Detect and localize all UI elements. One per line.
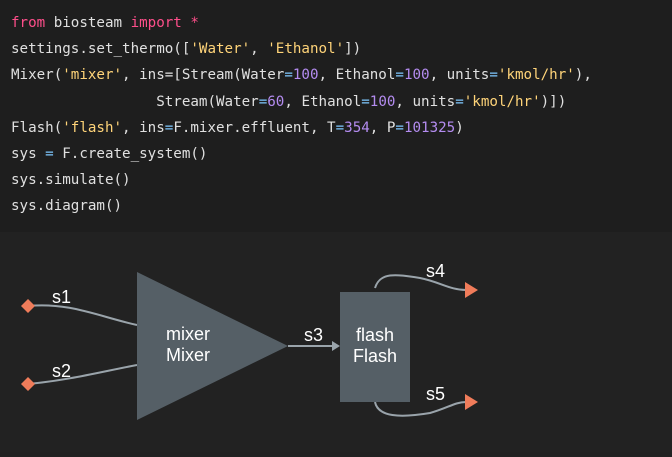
product-s5-marker-icon: [465, 394, 478, 410]
number-pressure: 101325: [403, 119, 456, 136]
code-cell[interactable]: from biosteam import * settings.set_ther…: [0, 0, 672, 232]
product-s4-marker-icon: [465, 282, 478, 298]
flash-type-label: Flash: [353, 346, 397, 366]
string-mixer-id: 'mixer': [62, 67, 123, 84]
flash-id-label: flash: [356, 325, 394, 345]
code-text: ,: [250, 41, 268, 58]
code-line-2: settings.set_thermo(['Water', 'Ethanol']…: [11, 36, 672, 62]
code-text: sys.simulate(): [11, 172, 131, 189]
operator-eq: =: [284, 67, 293, 84]
stream-s1-label: s1: [52, 287, 71, 307]
stream-s5-line: [374, 401, 467, 417]
string-water: 'Water': [190, 41, 251, 58]
number-ethanol: 100: [403, 67, 430, 84]
code-text: Flash(: [11, 119, 63, 136]
number-water: 60: [267, 93, 285, 110]
code-line-1: from biosteam import *: [11, 10, 672, 36]
code-line-5: Flash('flash', ins=F.mixer.effluent, T=3…: [11, 115, 672, 141]
code-text: sys.diagram(): [11, 198, 123, 215]
number-ethanol: 100: [369, 93, 396, 110]
operator-eq: =: [335, 119, 345, 136]
code-text: , ins: [122, 119, 165, 136]
code-text: , Ethanol: [318, 67, 396, 84]
string-units: 'kmol/hr': [463, 93, 541, 110]
code-line-7: sys.simulate(): [11, 167, 672, 193]
mixer-id-label: mixer: [166, 324, 210, 344]
stream-s3-arrow-icon: [332, 341, 340, 351]
string-ethanol: 'Ethanol': [267, 41, 345, 58]
code-text: sys: [11, 145, 46, 162]
code-line-4: Stream(Water=60, Ethanol=100, units='kmo…: [11, 89, 672, 115]
code-text: , P: [369, 119, 396, 136]
stream-s4-line: [374, 274, 467, 291]
code-text: ): [455, 119, 464, 136]
code-text: settings.set_thermo([: [11, 41, 191, 58]
keyword-from: from: [11, 15, 46, 31]
string-flash-id: 'flash': [62, 119, 123, 136]
code-text: , Ethanol: [284, 93, 362, 110]
import-star: *: [181, 15, 199, 31]
feed-s1-marker-icon: [21, 299, 35, 313]
feed-s2-marker-icon: [21, 377, 35, 391]
module-name: biosteam: [45, 15, 131, 31]
code-text: F.mixer.effluent, T: [173, 119, 336, 136]
operator-eq: =: [489, 67, 498, 84]
operator-eq: =: [455, 93, 464, 110]
system-diagram-svg: mixer Mixer flash Flash s1 s2 s3 s4 s5: [21, 261, 478, 420]
stream-s2-label: s2: [52, 361, 71, 381]
stream-s2-line: [27, 364, 138, 385]
code-text: Mixer(: [11, 67, 63, 84]
stream-s5-label: s5: [426, 384, 445, 404]
system-diagram-output: mixer Mixer flash Flash s1 s2 s3 s4 s5: [0, 232, 672, 452]
operator-eq: =: [395, 119, 404, 136]
stream-s3-label: s3: [304, 325, 323, 345]
string-units: 'kmol/hr': [497, 67, 575, 84]
code-line-6: sys = F.create_system(): [11, 141, 672, 167]
mixer-type-label: Mixer: [166, 345, 210, 365]
keyword-import: import: [130, 15, 182, 31]
stream-s1-line: [27, 304, 138, 326]
mixer-unit[interactable]: [137, 272, 288, 420]
code-text: , ins=[Stream(Water: [122, 67, 285, 84]
code-text: ),: [574, 67, 592, 84]
code-text: , units: [429, 67, 490, 84]
stream-s4-label: s4: [426, 261, 445, 281]
code-text: Stream(Water: [11, 93, 259, 110]
code-text: )]): [540, 93, 567, 110]
code-text: , units: [395, 93, 456, 110]
number-water: 100: [292, 67, 319, 84]
code-line-3: Mixer('mixer', ins=[Stream(Water=100, Et…: [11, 62, 672, 88]
operator-eq: =: [45, 145, 54, 162]
operator-eq: =: [258, 93, 268, 110]
operator-eq: =: [395, 67, 404, 84]
code-text: F.create_system(): [53, 145, 208, 162]
operator-eq: =: [361, 93, 370, 110]
number-temperature: 354: [344, 119, 370, 136]
code-text: ]): [344, 41, 362, 58]
code-line-8: sys.diagram(): [11, 193, 672, 219]
